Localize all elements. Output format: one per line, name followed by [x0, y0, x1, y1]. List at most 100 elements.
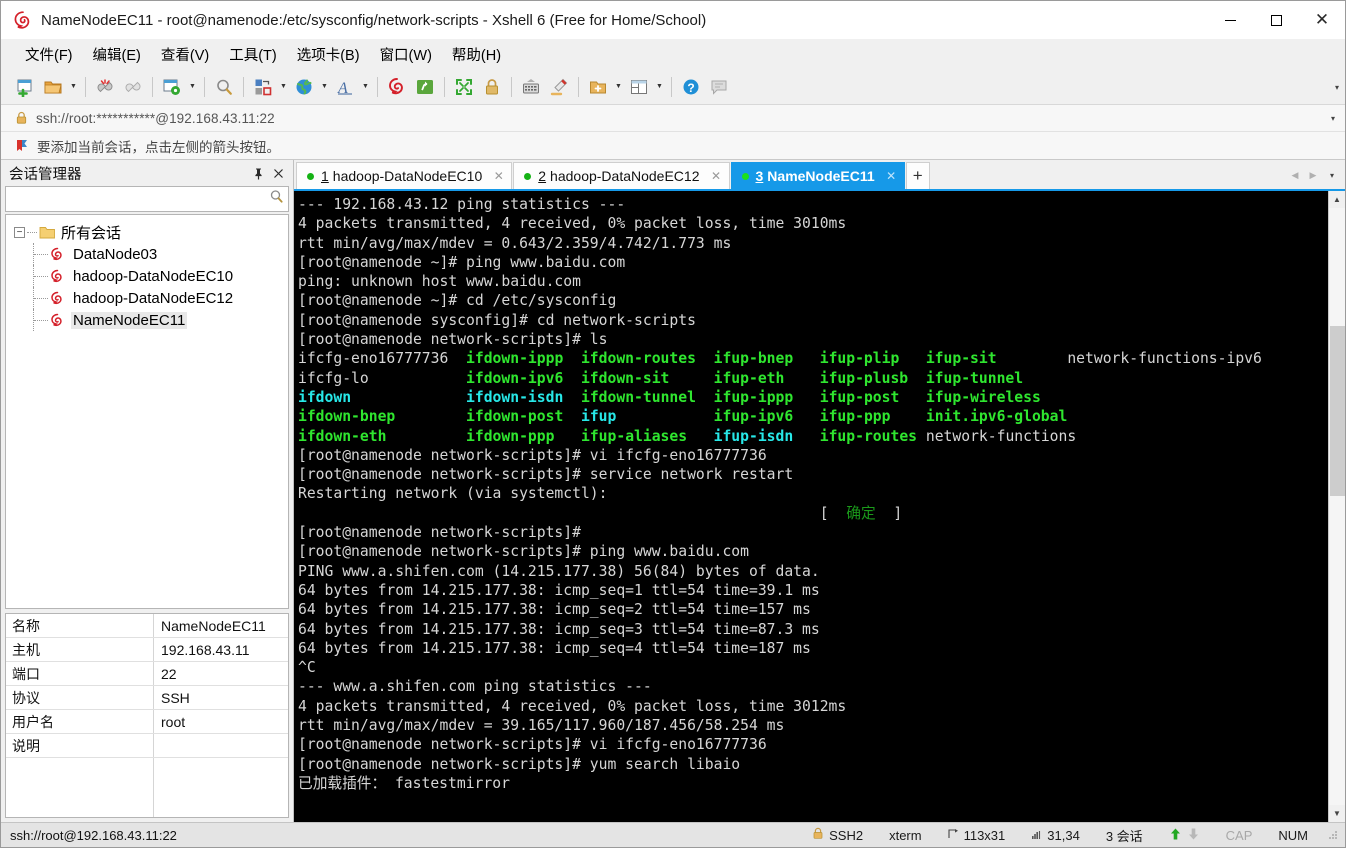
- terminal-text: 已加载插件： fastestmirror: [298, 774, 510, 792]
- scroll-down-icon[interactable]: ▼: [1329, 805, 1345, 822]
- disconnect-icon[interactable]: [92, 74, 118, 100]
- keyboard-icon[interactable]: [518, 74, 544, 100]
- address-value: ssh://root:***********@192.168.43.11:22: [36, 110, 275, 126]
- toolbar-overflow-icon[interactable]: ▾: [1335, 69, 1339, 105]
- terminal-line: 已加载插件： fastestmirror: [298, 774, 1328, 793]
- terminal-text: [root@namenode network-scripts]# ping ww…: [298, 543, 749, 561]
- find-icon[interactable]: [211, 74, 237, 100]
- session-label: hadoop-DataNodeEC12: [73, 289, 234, 307]
- new-session-icon[interactable]: [12, 74, 38, 100]
- address-bar[interactable]: ssh://root:***********@192.168.43.11:22 …: [1, 105, 1345, 132]
- tree-node-session[interactable]: DataNode03: [6, 243, 288, 265]
- tab-next-icon[interactable]: ▶: [1305, 166, 1321, 186]
- xshell-icon[interactable]: [384, 74, 410, 100]
- terminal-line: ifcfg-lo ifdown-ipv6 ifdown-sit ifup-eth…: [298, 369, 1328, 388]
- close-button[interactable]: ✕: [1299, 1, 1345, 39]
- menu-edit[interactable]: 编辑(E): [83, 40, 151, 69]
- tree-node-session-selected[interactable]: NameNodeEC11: [6, 309, 288, 331]
- open-folder-icon[interactable]: [40, 74, 66, 100]
- menu-view[interactable]: 查看(V): [151, 40, 219, 69]
- tab-hadoop-datanodeec10[interactable]: 1 hadoop-DataNodeEC10 ✕: [296, 162, 513, 189]
- terminal-text: network-functions: [925, 427, 1077, 445]
- xftp-icon[interactable]: [412, 74, 438, 100]
- toolbar-separator: [444, 76, 445, 97]
- minimize-button[interactable]: [1207, 1, 1253, 39]
- font-icon[interactable]: A: [332, 74, 358, 100]
- terminal-output[interactable]: --- 192.168.43.12 ping statistics --- 4 p…: [294, 191, 1328, 822]
- globe-dropdown-icon[interactable]: ▼: [318, 74, 331, 100]
- property-value: 22: [161, 665, 177, 682]
- tree-node-session[interactable]: hadoop-DataNodeEC12: [6, 287, 288, 309]
- globe-icon[interactable]: [291, 74, 317, 100]
- scroll-up-icon[interactable]: ▲: [1329, 191, 1345, 208]
- close-icon[interactable]: [269, 164, 287, 182]
- menu-window[interactable]: 窗口(W): [370, 40, 442, 69]
- new-folder-dropdown-icon[interactable]: ▼: [612, 74, 625, 100]
- menu-help[interactable]: 帮助(H): [442, 40, 511, 69]
- search-icon[interactable]: [269, 189, 284, 209]
- open-folder-dropdown-icon[interactable]: ▼: [67, 74, 80, 100]
- property-key: 名称: [6, 614, 154, 637]
- session-properties-dropdown-icon[interactable]: ▼: [186, 74, 199, 100]
- tab-list-menu-icon[interactable]: ▾: [1323, 166, 1341, 186]
- collapse-icon[interactable]: −: [14, 226, 25, 238]
- toolbar-separator: [671, 76, 672, 97]
- property-value: SSH: [161, 689, 190, 706]
- session-tree[interactable]: − 所有会话 DataNode03 hadoop-DataNodeEC10 ha…: [5, 214, 289, 609]
- scrollbar-track[interactable]: [1329, 208, 1345, 805]
- terminal-text: network-functions-ipv6: [1067, 350, 1262, 368]
- terminal-text: ^C: [298, 659, 316, 677]
- menu-file[interactable]: 文件(F): [15, 40, 83, 69]
- terminal-text: ifdown: [298, 388, 352, 406]
- property-row: 端口 22: [6, 662, 288, 686]
- menu-tools[interactable]: 工具(T): [219, 40, 287, 69]
- pin-icon[interactable]: [249, 164, 267, 182]
- terminal-text: ifup-ipv6 ifup-ppp init.ipv6-global: [616, 408, 1068, 426]
- close-icon[interactable]: ✕: [490, 167, 507, 186]
- terminal-line: Restarting network (via systemctl):: [298, 484, 1328, 503]
- tab-hadoop-datanodeec12[interactable]: 2 hadoop-DataNodeEC12 ✕: [513, 162, 730, 189]
- tab-namenodeec11[interactable]: 3 NameNodeEC11 ✕: [730, 162, 905, 189]
- tree-connector: [34, 253, 48, 255]
- comment-icon[interactable]: [706, 74, 732, 100]
- terminal-text: ifup-isdn: [713, 427, 794, 445]
- tree-node-session[interactable]: hadoop-DataNodeEC10: [6, 265, 288, 287]
- terminal-line: [root@namenode ~]# ping www.baidu.com: [298, 253, 1328, 272]
- terminal-text: ifup-routes: [793, 427, 926, 445]
- fullscreen-icon[interactable]: [451, 74, 477, 100]
- transfer-file-dropdown-icon[interactable]: ▼: [277, 74, 290, 100]
- status-dot-icon: [741, 172, 749, 180]
- terminal-text: rtt min/avg/max/mdev = 39.165/117.960/18…: [298, 717, 785, 735]
- close-icon[interactable]: ✕: [883, 167, 900, 186]
- help-icon[interactable]: ?: [678, 74, 704, 100]
- chevron-down-icon[interactable]: ▾: [1331, 114, 1339, 123]
- session-properties-icon[interactable]: [159, 74, 185, 100]
- menu-tabs[interactable]: 选项卡(B): [287, 40, 370, 69]
- layout-icon[interactable]: [626, 74, 652, 100]
- maximize-button[interactable]: [1253, 1, 1299, 39]
- reconnect-icon[interactable]: [120, 74, 146, 100]
- session-label: hadoop-DataNodeEC10: [73, 267, 234, 285]
- new-folder-icon[interactable]: [585, 74, 611, 100]
- close-icon[interactable]: ✕: [708, 167, 725, 186]
- new-tab-button[interactable]: +: [905, 162, 930, 189]
- tree-connector: [34, 297, 48, 299]
- transfer-file-icon[interactable]: [250, 74, 276, 100]
- tab-prev-icon[interactable]: ◀: [1287, 166, 1303, 186]
- terminal-area: --- 192.168.43.12 ping statistics --- 4 p…: [294, 189, 1345, 822]
- layout-dropdown-icon[interactable]: ▼: [653, 74, 666, 100]
- font-dropdown-icon[interactable]: ▼: [359, 74, 372, 100]
- search-box[interactable]: [5, 186, 289, 212]
- resize-grip-icon[interactable]: [1327, 829, 1339, 841]
- terminal-line: [root@namenode network-scripts]# yum sea…: [298, 755, 1328, 774]
- tree-node-all-sessions[interactable]: − 所有会话: [6, 221, 288, 243]
- status-dot-icon: [524, 172, 532, 180]
- main-body: 会话管理器 − 所有会话 DataNode03 hadoop-DataNodeE…: [1, 160, 1345, 822]
- terminal-scrollbar[interactable]: ▲ ▼: [1328, 191, 1345, 822]
- lock-icon[interactable]: [479, 74, 505, 100]
- highlight-icon[interactable]: [546, 74, 572, 100]
- terminal-line: [root@namenode network-scripts]# service…: [298, 465, 1328, 484]
- scrollbar-thumb[interactable]: [1330, 326, 1345, 496]
- hint-bar: 要添加当前会话，点击左侧的箭头按钮。: [1, 132, 1345, 160]
- search-input[interactable]: [12, 191, 269, 207]
